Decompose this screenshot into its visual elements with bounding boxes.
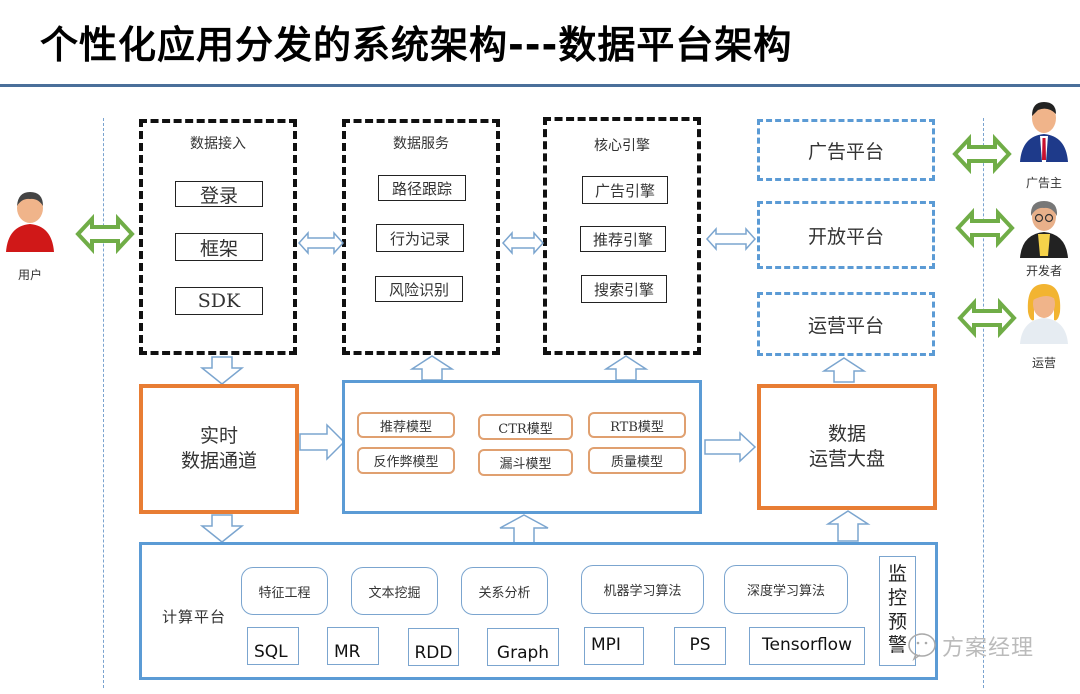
advertiser-double-arrow-icon <box>952 133 1012 175</box>
service-engine-double-arrow-icon <box>501 231 545 255</box>
model-ctr: CTR模型 <box>478 414 573 440</box>
compute-platform: 计算平台 特征工程 文本挖掘 关系分析 机器学习算法 深度学习算法 SQL MR… <box>139 542 938 680</box>
actor-operator: 运营 <box>1014 282 1074 371</box>
monitor-char-2: 控 <box>887 586 907 609</box>
monitor-char-4: 警 <box>887 634 907 657</box>
data-service-item-path-tracking: 路径跟踪 <box>378 175 466 201</box>
algo-machine-learning: 机器学习算法 <box>581 565 704 614</box>
engine-mpi: MPI <box>584 627 644 665</box>
advertiser-avatar-icon <box>1020 102 1068 162</box>
model-anti-fraud: 反作弊模型 <box>357 447 455 474</box>
actor-advertiser: 广告主 <box>1014 98 1074 191</box>
user-access-double-arrow-icon <box>75 213 135 255</box>
algo-relation-analysis: 关系分析 <box>461 567 548 615</box>
model-recommend: 推荐模型 <box>357 412 455 438</box>
actor-advertiser-label: 广告主 <box>1025 176 1062 190</box>
compute-to-dashboard-up-arrow-icon <box>825 510 871 542</box>
models-container: 推荐模型 CTR模型 RTB模型 反作弊模型 漏斗模型 质量模型 <box>342 380 702 514</box>
user-avatar-icon <box>6 192 54 252</box>
engine-mr: MR <box>327 627 379 665</box>
realtime-channel-line1: 实时 <box>199 425 238 448</box>
data-service-item-behavior-log: 行为记录 <box>376 224 464 252</box>
model-funnel: 漏斗模型 <box>478 449 573 476</box>
core-engine-group: 核心引擎 广告引擎 推荐引擎 搜索引擎 <box>543 117 701 355</box>
left-boundary-line <box>103 118 104 688</box>
compute-to-models-up-arrow-icon <box>499 514 549 544</box>
platform-open: 开放平台 <box>757 201 935 269</box>
realtime-channel-line2: 数据通道 <box>180 450 257 472</box>
models-to-service-up-arrow-icon <box>409 355 455 381</box>
core-engine-item-ad: 广告引擎 <box>582 176 668 204</box>
page-title: 个性化应用分发的系统架构---数据平台架构 <box>40 23 793 67</box>
access-service-double-arrow-icon <box>297 231 345 255</box>
actor-operator-label: 运营 <box>1031 356 1056 370</box>
data-service-title: 数据服务 <box>393 136 449 152</box>
data-access-title: 数据接入 <box>190 136 246 152</box>
compute-platform-label: 计算平台 <box>162 608 227 626</box>
developer-avatar-icon <box>1020 201 1068 258</box>
data-access-item-framework: 框架 <box>175 233 263 261</box>
algo-feature-engineering: 特征工程 <box>241 567 328 615</box>
platform-operations: 运营平台 <box>757 292 935 356</box>
data-operations-dashboard: 数据 运营大盘 <box>757 384 937 510</box>
core-engine-item-search: 搜索引擎 <box>581 275 667 303</box>
platform-ad: 广告平台 <box>757 119 935 181</box>
actor-user: 用户 <box>2 188 58 282</box>
data-access-group: 数据接入 登录 框架 SDK <box>139 119 297 355</box>
engine-ps: PS <box>674 627 726 665</box>
dashboard-line1: 数据 <box>827 423 866 446</box>
dashboard-to-platform-up-arrow-icon <box>821 357 867 383</box>
actor-developer: 开发者 <box>1014 198 1074 279</box>
channel-to-models-right-arrow-icon <box>299 423 346 461</box>
watermark: 方案经理 <box>906 630 1034 662</box>
data-service-item-risk-detection: 风险识别 <box>375 276 463 302</box>
access-to-channel-down-arrow-icon <box>199 356 245 385</box>
actor-developer-label: 开发者 <box>1025 264 1062 278</box>
operator-double-arrow-icon <box>957 297 1017 339</box>
algo-text-mining: 文本挖掘 <box>351 567 438 615</box>
right-boundary-line <box>983 118 984 688</box>
data-service-group: 数据服务 路径跟踪 行为记录 风险识别 <box>342 119 500 355</box>
wechat-icon <box>908 633 936 661</box>
developer-double-arrow-icon <box>955 207 1015 249</box>
data-access-item-sdk: SDK <box>175 287 263 315</box>
model-quality: 质量模型 <box>588 447 686 474</box>
operator-avatar-icon <box>1020 284 1068 344</box>
engine-sql: SQL <box>247 627 299 665</box>
core-engine-item-recommend: 推荐引擎 <box>580 226 666 252</box>
engine-platform-double-arrow-icon <box>705 227 757 251</box>
models-to-engine-up-arrow-icon <box>603 355 649 381</box>
engine-graph: Graph <box>487 628 559 666</box>
model-rtb: RTB模型 <box>588 412 686 438</box>
watermark-text: 方案经理 <box>942 636 1035 661</box>
engine-rdd: RDD <box>408 628 459 666</box>
actor-user-label: 用户 <box>17 268 42 282</box>
data-access-item-login: 登录 <box>175 181 263 207</box>
realtime-data-channel: 实时 数据通道 <box>139 384 299 514</box>
monitor-char-1: 监 <box>887 563 907 585</box>
models-to-dashboard-right-arrow-icon <box>704 431 757 463</box>
dashboard-line2: 运营大盘 <box>808 448 885 470</box>
core-engine-title: 核心引擎 <box>594 138 650 154</box>
monitor-char-3: 预 <box>887 610 907 633</box>
algo-deep-learning: 深度学习算法 <box>724 565 848 614</box>
channel-to-compute-down-arrow-icon <box>199 514 245 543</box>
engine-tensorflow: Tensorflow <box>749 627 865 665</box>
title-divider <box>0 84 1080 87</box>
